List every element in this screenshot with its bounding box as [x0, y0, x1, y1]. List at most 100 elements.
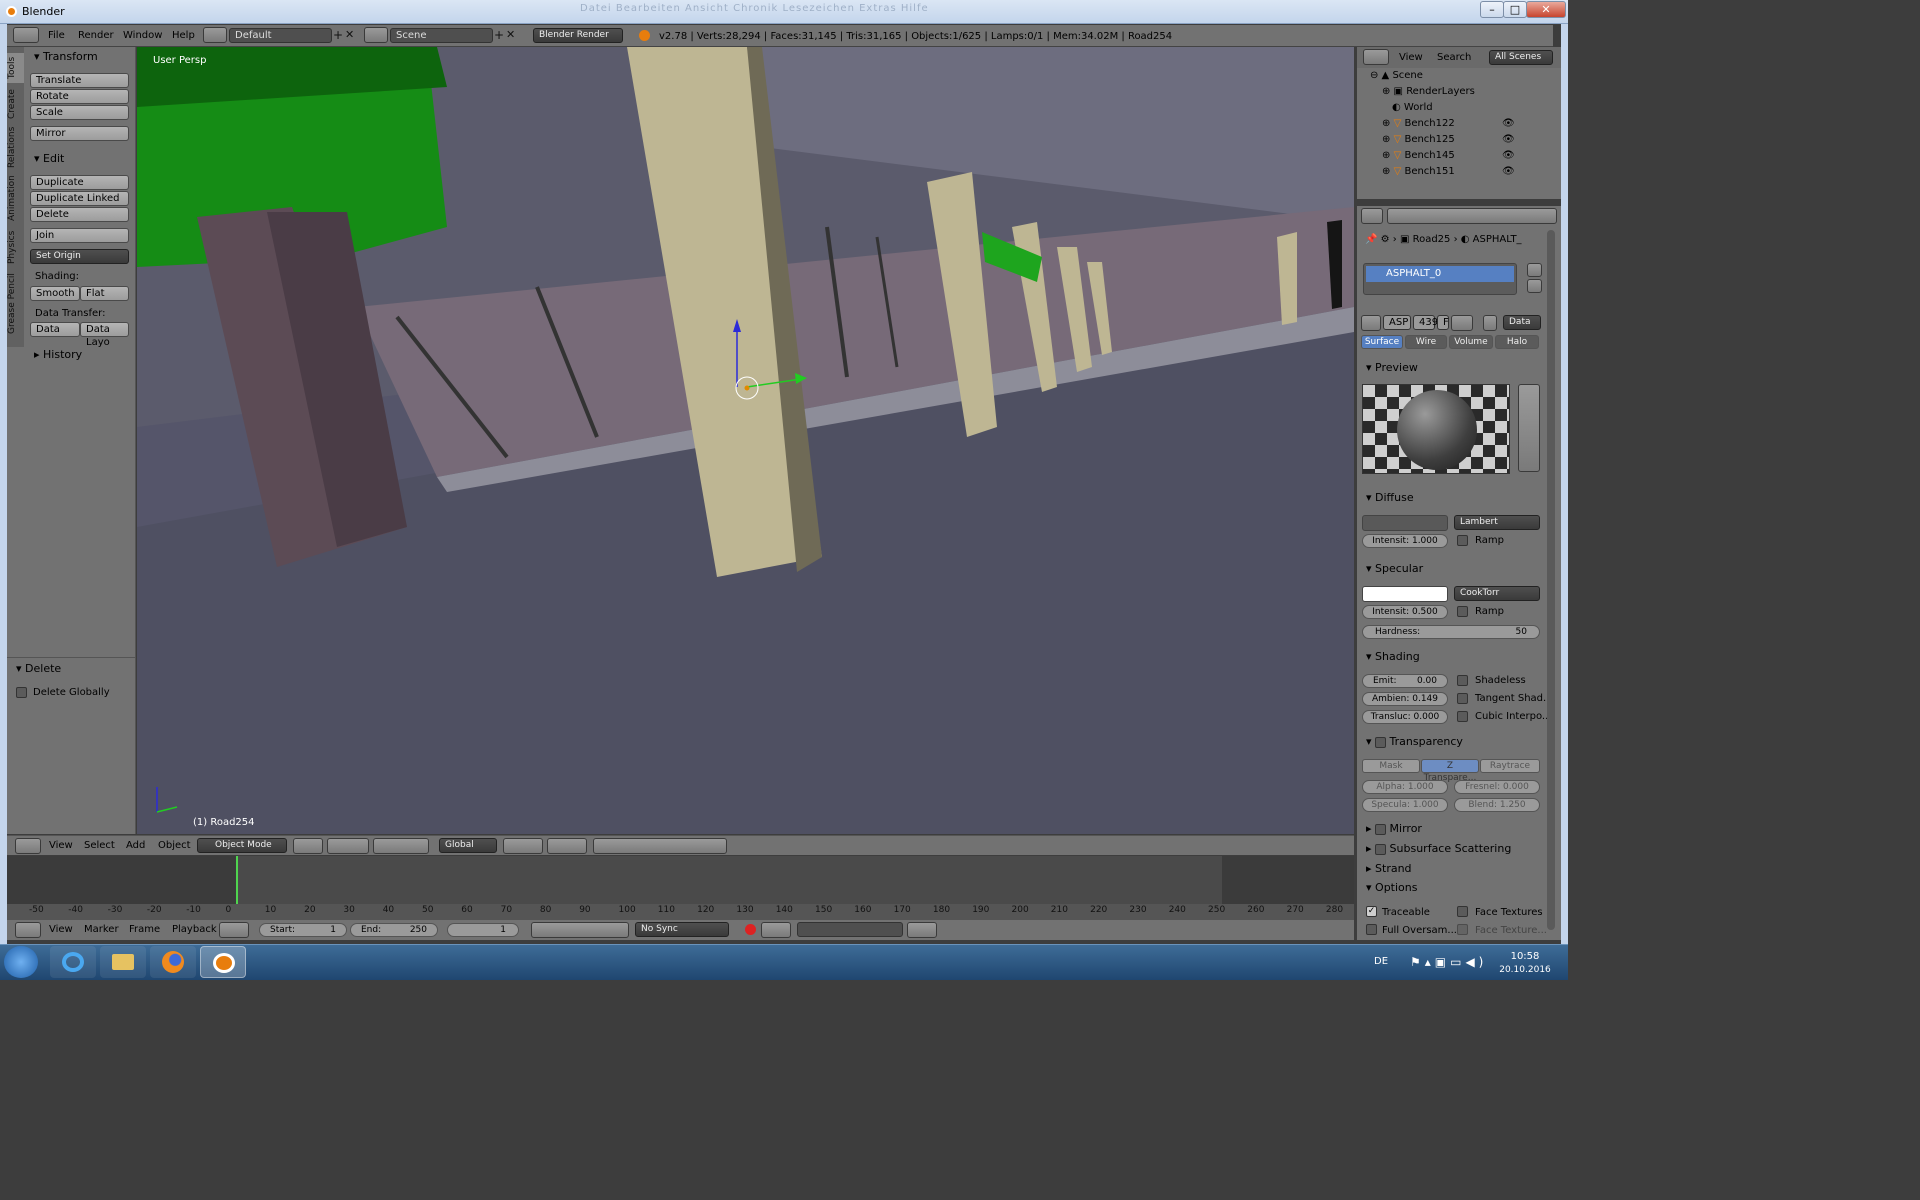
smooth-button[interactable]: Smooth	[30, 286, 80, 301]
transparency-raytrace-button[interactable]: Raytrace	[1480, 759, 1540, 773]
menu-file[interactable]: File	[48, 30, 65, 41]
layout-browse-icon[interactable]	[203, 27, 227, 43]
timeline-editor-type-icon[interactable]	[15, 922, 41, 938]
editor-type-icon[interactable]	[13, 27, 39, 43]
keying-set-icon[interactable]	[761, 922, 791, 938]
record-icon[interactable]	[745, 924, 756, 935]
tangent-shading-checkbox[interactable]	[1457, 693, 1468, 704]
menu-window[interactable]: Window	[123, 30, 162, 41]
diffuse-ramp-checkbox[interactable]	[1457, 535, 1468, 546]
specular-color-swatch[interactable]	[1362, 586, 1448, 602]
maximize-button[interactable]: □	[1503, 1, 1527, 18]
viewport-menu-add[interactable]: Add	[126, 840, 145, 851]
transparency-panel-title[interactable]: ▾ Transparency	[1366, 735, 1463, 748]
keying-set-field[interactable]	[797, 922, 903, 937]
tab-surface[interactable]: Surface	[1361, 335, 1403, 349]
alpha-field[interactable]: Alpha: 1.000	[1362, 780, 1448, 794]
blender-taskbar-icon[interactable]	[200, 946, 246, 978]
shadeless-checkbox[interactable]	[1457, 675, 1468, 686]
keyframe-insert-icons[interactable]	[907, 922, 937, 938]
diffuse-panel-title[interactable]: ▾ Diffuse	[1366, 491, 1414, 504]
outliner-filter-dropdown[interactable]: All Scenes	[1489, 50, 1553, 65]
slot-remove-icon[interactable]	[1527, 279, 1542, 293]
emit-field[interactable]: Emit: 0.00	[1362, 674, 1448, 688]
scene-remove-icon[interactable]: ✕	[506, 28, 519, 43]
properties-editor-type-icon[interactable]	[1361, 208, 1383, 224]
sss-panel-title[interactable]: ▸ Subsurface Scattering	[1366, 842, 1511, 855]
menu-render[interactable]: Render	[78, 30, 114, 41]
outliner-row-bench125[interactable]: ⊕ ▽ Bench125 👁	[1360, 134, 1546, 150]
material-browse-icon[interactable]	[1361, 315, 1381, 331]
language-indicator[interactable]: DE	[1374, 956, 1388, 967]
data-layout-button[interactable]: Data Layo	[80, 322, 129, 348]
material-slot-list[interactable]: ASPHALT_0	[1363, 263, 1517, 295]
viewport-menu-select[interactable]: Select	[84, 840, 115, 851]
tray-icons[interactable]: ⚑▴▣▭◀)	[1410, 955, 1487, 969]
outliner-row-bench122[interactable]: ⊕ ▽ Bench122 👁	[1360, 118, 1546, 134]
internet-explorer-icon[interactable]	[50, 946, 96, 978]
properties-scrollbar[interactable]	[1547, 230, 1555, 930]
properties-context-tabs[interactable]	[1387, 208, 1557, 224]
layout-field[interactable]: Default	[229, 28, 332, 43]
options-panel-title[interactable]: ▾ Options	[1366, 881, 1417, 894]
sync-dropdown[interactable]: No Sync	[635, 922, 729, 937]
orientation-dropdown[interactable]: Global	[439, 838, 497, 853]
3d-viewport[interactable]: User Persp (1) Road254	[137, 47, 1354, 834]
strand-panel-title[interactable]: ▸ Strand	[1366, 862, 1412, 875]
clock-time[interactable]: 10:58	[1500, 951, 1550, 962]
layers-grid-1-icon[interactable]	[503, 838, 543, 854]
translate-button[interactable]: Translate	[30, 73, 129, 88]
snapping-tools-icons[interactable]	[593, 838, 727, 854]
mirror-panel-title[interactable]: ▸ Mirror	[1366, 822, 1422, 835]
history-panel-title[interactable]: ▸ History	[34, 348, 82, 361]
data-button[interactable]: Data	[30, 322, 80, 337]
link-data-dropdown[interactable]: Data	[1503, 315, 1541, 330]
material-users-count[interactable]: 439	[1413, 315, 1438, 330]
pivot-icon[interactable]	[327, 838, 369, 854]
preview-panel-title[interactable]: ▾ Preview	[1366, 361, 1418, 374]
mode-dropdown[interactable]: Object Mode	[197, 838, 287, 853]
close-button[interactable]: ✕	[1526, 1, 1566, 18]
current-frame-field[interactable]: 1	[447, 923, 519, 937]
playback-controls-icons[interactable]	[531, 922, 629, 938]
duplicate-button[interactable]: Duplicate	[30, 175, 129, 190]
hardness-field[interactable]: Hardness: 50	[1362, 625, 1540, 639]
transparency-mask-button[interactable]: Mask	[1362, 759, 1420, 773]
flat-button[interactable]: Flat	[80, 286, 129, 301]
render-engine-dropdown[interactable]: Blender Render	[533, 28, 623, 43]
blend-field[interactable]: Blend: 1.250	[1454, 798, 1540, 812]
tab-volume[interactable]: Volume	[1449, 335, 1493, 349]
timeline-menu-playback[interactable]: Playback	[172, 924, 217, 935]
timeline[interactable]: -50 -40 -30 -20 -10 0 10 20 30 40 50 60 70 80 90 100 110…	[7, 856, 1354, 920]
tab-halo[interactable]: Halo	[1495, 335, 1539, 349]
material-slot-active[interactable]: ASPHALT_0	[1366, 266, 1514, 282]
link-icon[interactable]	[1483, 315, 1497, 331]
tab-wire[interactable]: Wire	[1405, 335, 1447, 349]
transparency-checkbox[interactable]	[1375, 736, 1387, 748]
tab-tools[interactable]: Tools	[7, 53, 24, 83]
end-frame-field[interactable]: End: 250	[350, 923, 438, 937]
preview-range-icon[interactable]	[219, 922, 249, 938]
viewport-editor-type-icon[interactable]	[15, 838, 41, 854]
minimize-button[interactable]: –	[1480, 1, 1504, 18]
scene-browse-icon[interactable]	[364, 27, 388, 43]
material-new-delete-icons[interactable]	[1451, 315, 1473, 331]
edit-panel-title[interactable]: ▾ Edit	[34, 152, 64, 165]
diffuse-intensity-field[interactable]: Intensit: 1.000	[1362, 534, 1448, 548]
layers-grid-2-icon[interactable]	[547, 838, 587, 854]
visibility-eye-icon[interactable]: 👁	[1502, 118, 1515, 129]
translucency-field[interactable]: Transluc: 0.000	[1362, 710, 1448, 724]
sss-checkbox[interactable]	[1375, 843, 1387, 855]
join-button[interactable]: Join	[30, 228, 129, 243]
timeline-menu-frame[interactable]: Frame	[129, 924, 160, 935]
outliner-row-bench151[interactable]: ⊕ ▽ Bench151 👁	[1360, 166, 1546, 182]
transform-panel-title[interactable]: ▾ Transform	[34, 50, 98, 63]
outliner-menu-search[interactable]: Search	[1437, 52, 1471, 63]
visibility-eye-icon[interactable]: 👁	[1502, 134, 1515, 145]
diffuse-shader-dropdown[interactable]: Lambert	[1454, 515, 1540, 530]
slot-add-icon[interactable]	[1527, 263, 1542, 277]
file-explorer-icon[interactable]	[100, 946, 146, 978]
ambient-field[interactable]: Ambien: 0.149	[1362, 692, 1448, 706]
duplicate-linked-button[interactable]: Duplicate Linked	[30, 191, 129, 206]
tab-physics[interactable]: Physics	[7, 227, 24, 267]
